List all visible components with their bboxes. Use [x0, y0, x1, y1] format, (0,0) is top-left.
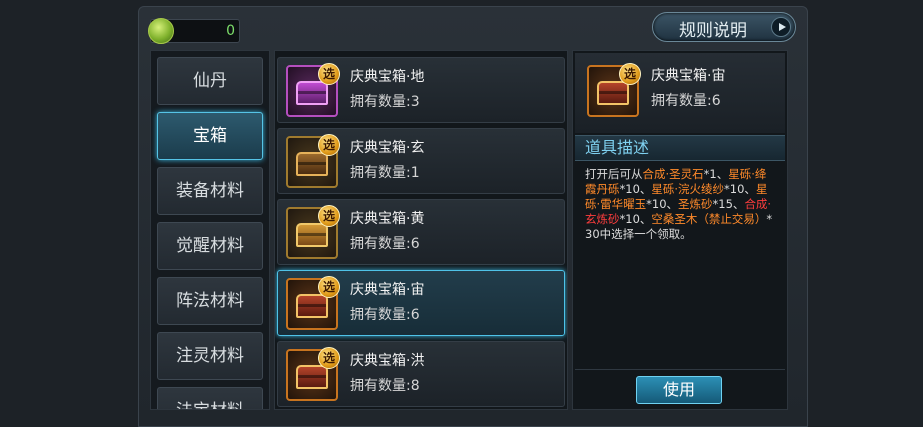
use-button[interactable]: 使用	[636, 376, 722, 404]
item-count: 拥有数量:1	[350, 165, 420, 181]
category-tab-equipment-material[interactable]: 装备材料	[157, 167, 263, 215]
item-name: 庆典宝箱·玄	[350, 140, 425, 156]
item-name: 庆典宝箱·地	[350, 69, 425, 85]
item-description: 打开后可从合成·圣灵石*1、星砾·绛霞丹砾*10、星砾·浣火绫纱*10、星砾·雷…	[585, 167, 773, 241]
item-slot: 选	[286, 63, 340, 117]
category-tab-chest[interactable]: 宝箱	[157, 112, 263, 160]
item-row[interactable]: 选 庆典宝箱·玄 拥有数量:1	[277, 128, 565, 194]
item-slot: 选	[286, 347, 340, 401]
jade-coin-icon	[148, 18, 174, 44]
item-count: 拥有数量:6	[350, 307, 420, 323]
rules-button[interactable]: 规则说明	[652, 12, 796, 42]
item-row[interactable]: 选 庆典宝箱·地 拥有数量:3	[277, 57, 565, 123]
item-list: 选 庆典宝箱·地 拥有数量:3 选 庆典宝箱·玄 拥有数量:1 选 庆典宝箱·黄…	[274, 50, 568, 410]
treasure-chest-icon	[296, 223, 328, 247]
select-badge: 选	[318, 276, 340, 298]
treasure-chest-icon	[296, 152, 328, 176]
item-count: 拥有数量:6	[350, 236, 420, 252]
category-tab-infusion-material[interactable]: 注灵材料	[157, 332, 263, 380]
play-arrow-icon	[771, 17, 791, 37]
treasure-chest-icon	[296, 81, 328, 105]
select-badge: 选	[318, 63, 340, 85]
item-name: 庆典宝箱·洪	[350, 353, 425, 369]
detail-header: 选 庆典宝箱·宙 拥有数量:6	[575, 53, 785, 133]
item-row[interactable]: 选 庆典宝箱·洪 拥有数量:8	[277, 341, 565, 407]
category-tab-awakening-material[interactable]: 觉醒材料	[157, 222, 263, 270]
select-badge: 选	[318, 205, 340, 227]
currency-value: 0	[226, 23, 235, 39]
item-detail-panel: 选 庆典宝箱·宙 拥有数量:6 道具描述 打开后可从合成·圣灵石*1、星砾·绛霞…	[572, 50, 788, 410]
detail-item-slot: 选	[587, 63, 641, 117]
category-list: 仙丹 宝箱 装备材料 觉醒材料 阵法材料 注灵材料 法宝材料	[150, 50, 270, 410]
category-tab-formation-material[interactable]: 阵法材料	[157, 277, 263, 325]
item-row[interactable]: 选 庆典宝箱·黄 拥有数量:6	[277, 199, 565, 265]
category-tab-treasure-material[interactable]: 法宝材料	[157, 387, 263, 409]
divider	[575, 369, 785, 370]
item-row-selected[interactable]: 选 庆典宝箱·宙 拥有数量:6	[277, 270, 565, 336]
item-count: 拥有数量:8	[350, 378, 420, 394]
item-name: 庆典宝箱·黄	[350, 211, 425, 227]
currency-display: 0	[148, 18, 240, 44]
treasure-chest-icon	[296, 365, 328, 389]
treasure-chest-icon	[597, 81, 629, 105]
rules-button-label: 规则说明	[679, 21, 747, 41]
select-badge: 选	[619, 63, 641, 85]
select-badge: 选	[318, 134, 340, 156]
description-title: 道具描述	[575, 135, 785, 161]
item-count: 拥有数量:3	[350, 94, 420, 110]
item-name: 庆典宝箱·宙	[350, 282, 425, 298]
detail-item-count: 拥有数量:6	[651, 93, 721, 109]
category-tab-pill[interactable]: 仙丹	[157, 57, 263, 105]
treasure-chest-icon	[296, 294, 328, 318]
item-slot: 选	[286, 134, 340, 188]
item-slot: 选	[286, 205, 340, 259]
item-slot: 选	[286, 276, 340, 330]
select-badge: 选	[318, 347, 340, 369]
detail-item-name: 庆典宝箱·宙	[651, 68, 726, 84]
